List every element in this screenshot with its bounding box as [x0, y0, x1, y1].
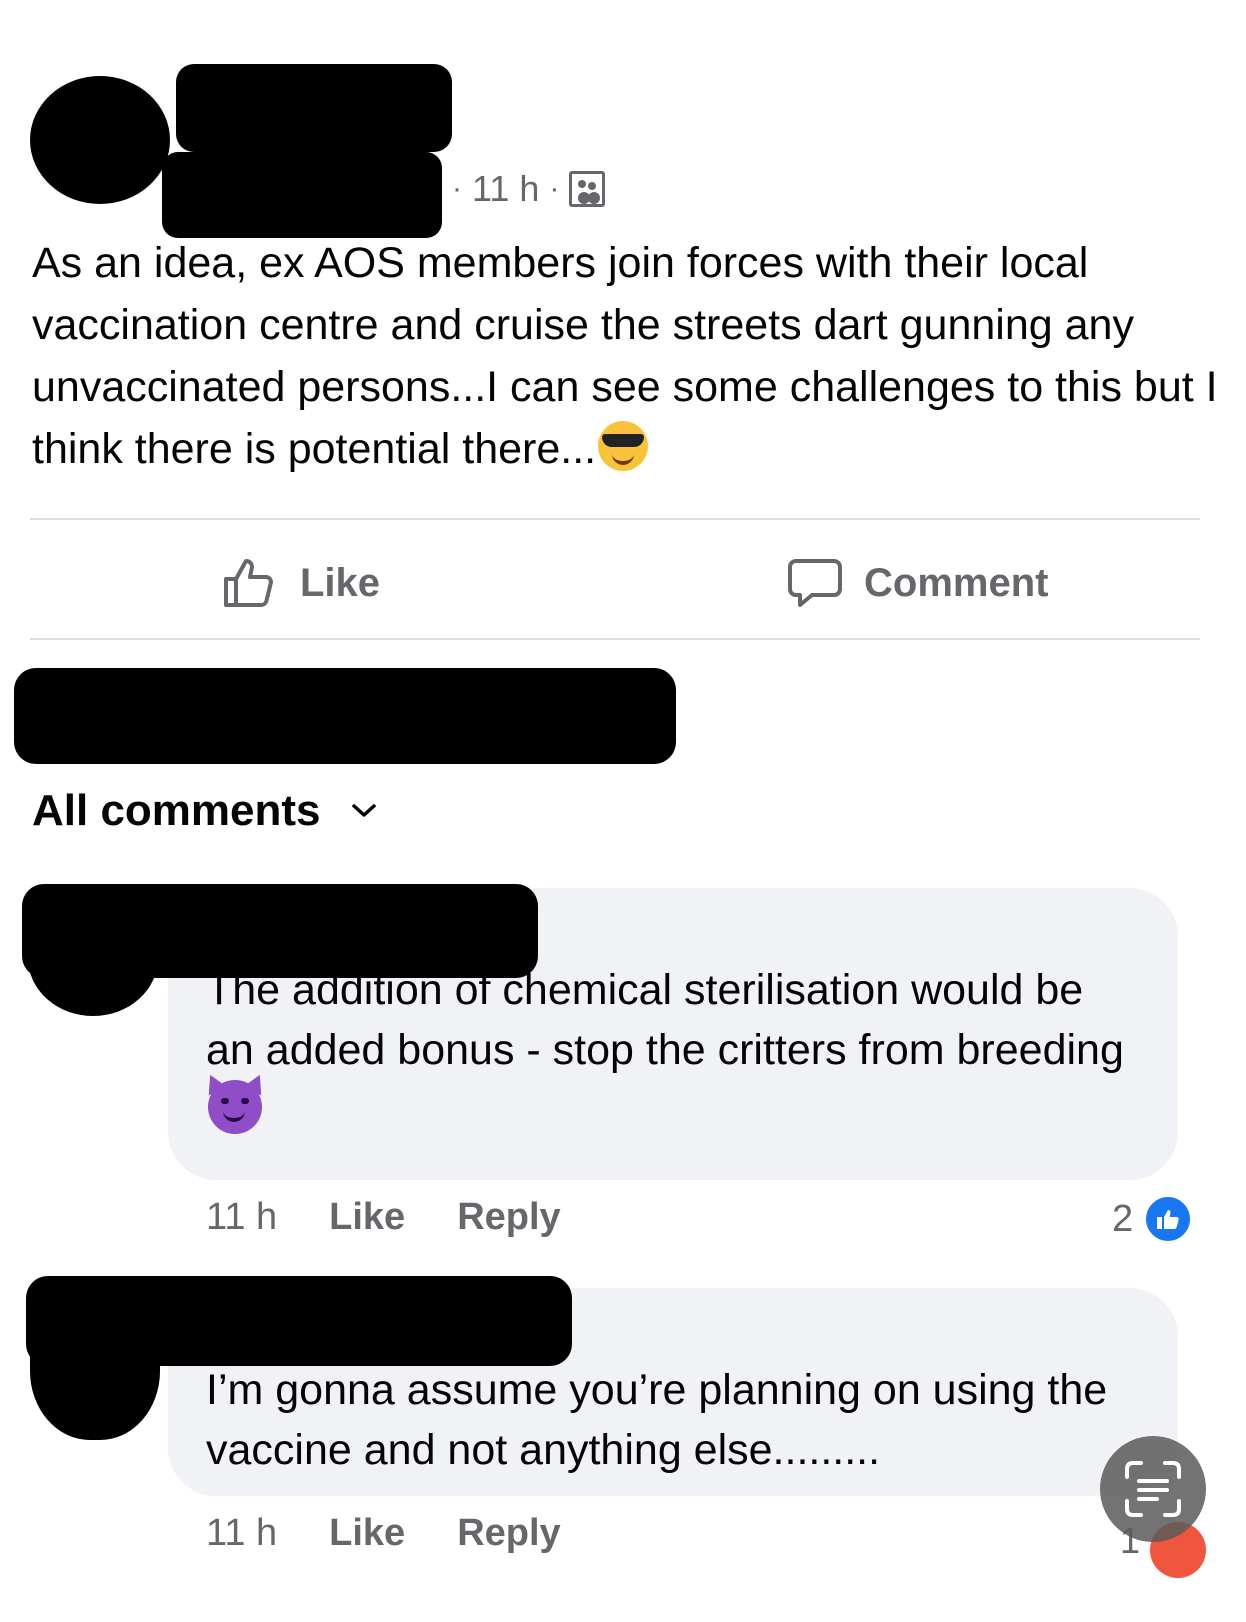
- comment-time[interactable]: 11 h: [206, 1196, 277, 1239]
- all-comments-filter[interactable]: All comments: [32, 786, 377, 836]
- redacted-avatar: [30, 76, 170, 204]
- divider-top: [30, 518, 1200, 520]
- comment-reaction-count[interactable]: 2: [1112, 1194, 1194, 1244]
- divider-bottom: [30, 638, 1200, 640]
- live-text-scan-button[interactable]: [1100, 1436, 1206, 1542]
- redacted-reactions-summary: [14, 668, 676, 764]
- comment-meta: 11 h Like Reply: [206, 1196, 561, 1239]
- reaction-count-value: 2: [1112, 1197, 1134, 1240]
- devil-emoji-icon: [208, 1070, 269, 1134]
- comment-reply-button[interactable]: Reply: [457, 1196, 560, 1239]
- comment-bubble-icon: [788, 559, 842, 607]
- redacted-author-name: [176, 64, 452, 152]
- comment-like-button[interactable]: Like: [329, 1512, 405, 1555]
- thumbs-up-icon: [224, 559, 273, 607]
- comment-time[interactable]: 11 h: [206, 1512, 277, 1555]
- comment-button[interactable]: Comment: [788, 548, 1048, 618]
- like-button[interactable]: Like: [222, 548, 380, 618]
- text-scan-icon: [1125, 1461, 1181, 1517]
- like-label: Like: [300, 560, 381, 605]
- meta-separator: ·: [549, 172, 560, 205]
- meta-separator: ·: [452, 172, 462, 205]
- post-body: As an idea, ex AOS members join forces w…: [32, 232, 1222, 480]
- chevron-down-icon: [351, 804, 376, 817]
- group-members-icon: [569, 171, 606, 207]
- sunglasses-emoji-icon: [598, 421, 649, 471]
- comment-reply-button[interactable]: Reply: [457, 1512, 560, 1555]
- comment-text: I’m gonna assume you’re planning on usin…: [206, 1366, 1108, 1474]
- redacted-commenter-name: [22, 884, 538, 978]
- post-time[interactable]: 11 h: [472, 168, 539, 210]
- comment-text: The addition of chemical sterilisation w…: [206, 966, 1124, 1074]
- like-reaction-icon: [1143, 1194, 1194, 1244]
- comment-label: Comment: [864, 560, 1049, 605]
- comment-like-button[interactable]: Like: [329, 1196, 405, 1239]
- redacted-group-name: [162, 152, 442, 238]
- all-comments-label: All comments: [32, 786, 321, 835]
- comment-meta: 11 h Like Reply: [206, 1512, 561, 1555]
- post-meta: · 11 h ·: [452, 168, 606, 210]
- redacted-commenter-name: [26, 1276, 572, 1366]
